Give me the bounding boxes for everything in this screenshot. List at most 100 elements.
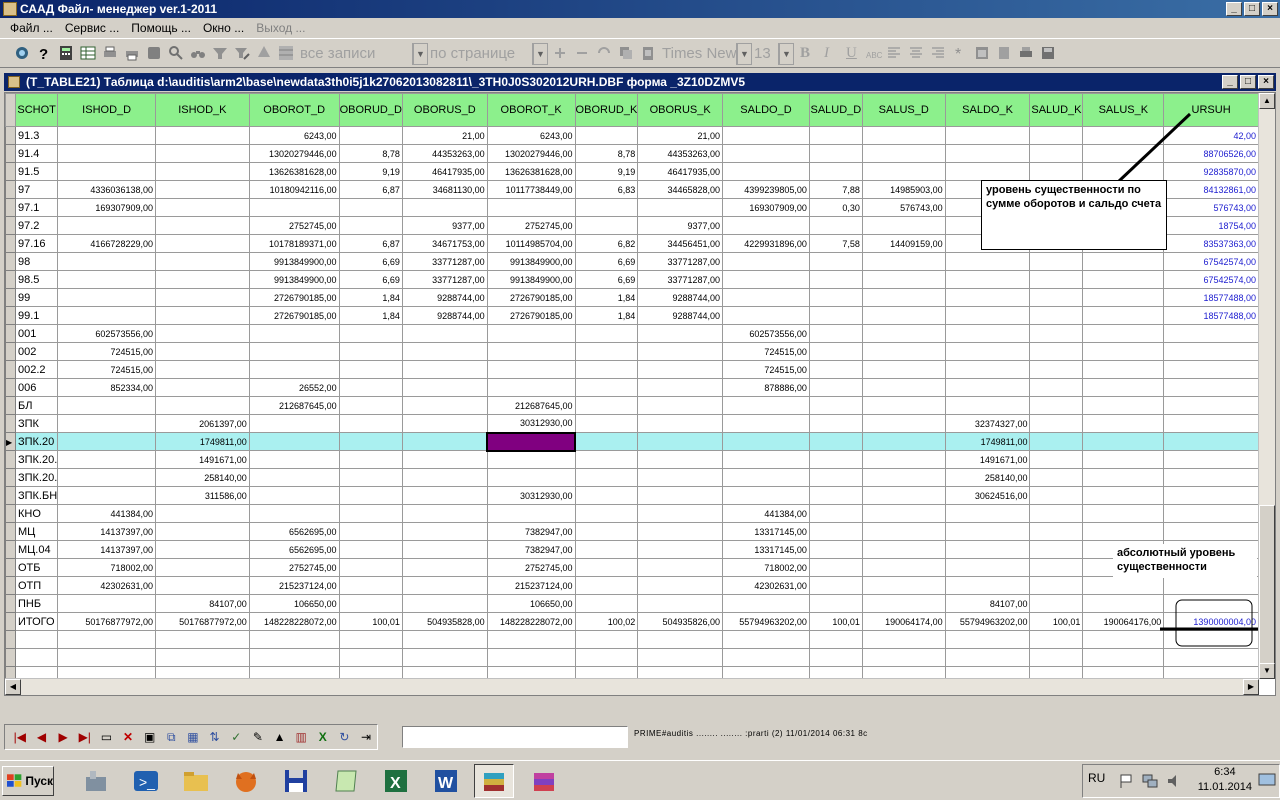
- edit-icon[interactable]: ✎: [247, 728, 269, 746]
- cell-saldo_k[interactable]: [944, 162, 1031, 181]
- child-maximize-button[interactable]: □: [1240, 75, 1256, 89]
- taskbar-app-word[interactable]: W: [426, 764, 466, 798]
- help-icon[interactable]: ?: [36, 45, 52, 61]
- cell-ursuh[interactable]: 18577488,00: [1163, 288, 1259, 307]
- taskbar-app-notes[interactable]: [326, 764, 366, 798]
- cell-salud_d[interactable]: 0,30: [808, 198, 863, 217]
- cell-ishod_k[interactable]: [154, 144, 250, 163]
- cell-ishod_k[interactable]: [154, 234, 250, 253]
- table-row[interactable]: 002.2 724515,00 724515,00: [5, 360, 1259, 379]
- row-indicator[interactable]: [5, 486, 16, 505]
- cell-oborus_d[interactable]: [401, 450, 488, 469]
- cell-oborot_d[interactable]: 212687645,00: [248, 396, 340, 415]
- cell-salud_k[interactable]: [1029, 288, 1084, 307]
- taskbar-app-excel[interactable]: X: [376, 764, 416, 798]
- calc-icon[interactable]: ▥: [290, 728, 312, 746]
- cell-oborud_d[interactable]: [338, 432, 403, 451]
- table-row[interactable]: 001 602573556,00 602573556,00: [5, 324, 1259, 343]
- cell-salud_d[interactable]: [808, 486, 863, 505]
- cell-oborud_d[interactable]: [338, 576, 403, 595]
- cell-salus_k[interactable]: [1082, 324, 1165, 343]
- cell-schot[interactable]: 98.5: [14, 270, 59, 289]
- cell-salud_d[interactable]: [808, 432, 863, 451]
- cell-saldo_k[interactable]: [944, 522, 1031, 541]
- paste-icon[interactable]: [640, 45, 656, 61]
- cell-salus_k[interactable]: [1082, 270, 1165, 289]
- calculator-icon[interactable]: [58, 45, 74, 61]
- table-row[interactable]: БЛ 212687645,00 212687645,00: [5, 396, 1259, 415]
- table-row[interactable]: ЗПК.20. 1491671,00 1491671,00: [5, 450, 1259, 469]
- cell-oborud_k[interactable]: [574, 450, 639, 469]
- cell-salud_d[interactable]: [808, 252, 863, 271]
- cell-salus_d[interactable]: [861, 162, 946, 181]
- cell-oborus_d[interactable]: 504935828,00: [401, 612, 488, 631]
- filter-icon[interactable]: [212, 45, 228, 61]
- cell-oborud_d[interactable]: [338, 342, 403, 361]
- cell-saldo_k[interactable]: 55794963202,00: [944, 612, 1031, 631]
- cell-oborot_d[interactable]: [248, 450, 340, 469]
- cell-oborud_k[interactable]: 9,19: [574, 162, 639, 181]
- cell-schot[interactable]: БЛ: [14, 396, 59, 415]
- table-row[interactable]: 99 2726790185,00 1,84 9288744,00 2726790185,…: [5, 288, 1259, 307]
- align-center-icon[interactable]: [908, 45, 924, 61]
- cell-salus_k[interactable]: [1082, 504, 1165, 523]
- cell-oborot_d[interactable]: 10178189371,00: [248, 234, 340, 253]
- cell-oborud_d[interactable]: 6,69: [338, 270, 403, 289]
- cell-ursuh[interactable]: [1163, 360, 1259, 379]
- cell-saldo_d[interactable]: [722, 432, 810, 451]
- cell-oborud_d[interactable]: [338, 522, 403, 541]
- cell-oborot_k[interactable]: 10117738449,00: [486, 180, 576, 199]
- cell-salus_k[interactable]: [1082, 144, 1165, 163]
- cell-salud_k[interactable]: [1029, 414, 1084, 433]
- refresh-nav-icon[interactable]: ↻: [334, 728, 356, 746]
- row-indicator[interactable]: [5, 504, 16, 523]
- cell-salus_d[interactable]: [861, 504, 946, 523]
- clock[interactable]: 6:34 11.01.2014: [1198, 765, 1252, 795]
- cell-oborud_d[interactable]: [338, 468, 403, 487]
- cell-oborus_k[interactable]: 9288744,00: [637, 288, 724, 307]
- cell-oborot_d[interactable]: 2752745,00: [248, 216, 340, 235]
- cell-schot[interactable]: ЗПК.20: [14, 432, 59, 451]
- cell-salus_d[interactable]: [861, 486, 946, 505]
- cell-saldo_k[interactable]: [944, 288, 1031, 307]
- cell-saldo_d[interactable]: [722, 594, 810, 613]
- cell-oborud_d[interactable]: [338, 360, 403, 379]
- row-indicator[interactable]: [5, 180, 16, 199]
- column-header-oborot_d[interactable]: OBOROT_D: [248, 93, 340, 127]
- cell-ishod_k[interactable]: 84107,00: [154, 594, 250, 613]
- network-icon[interactable]: [1142, 773, 1158, 789]
- cell-saldo_d[interactable]: 878886,00: [722, 378, 810, 397]
- cell-oborot_k[interactable]: 2752745,00: [486, 558, 576, 577]
- cell-salud_d[interactable]: [808, 378, 863, 397]
- cell-ursuh[interactable]: 576743,00: [1163, 198, 1259, 217]
- cell-salud_d[interactable]: [808, 144, 863, 163]
- column-header-salud_d[interactable]: SALUD_D: [808, 93, 863, 127]
- row-indicator[interactable]: [5, 126, 16, 145]
- cell-oborud_d[interactable]: [338, 540, 403, 559]
- column-header-ishod_k[interactable]: ISHOD_K: [154, 93, 250, 127]
- cell-oborot_d[interactable]: 6562695,00: [248, 522, 340, 541]
- cell-oborus_k[interactable]: [637, 450, 724, 469]
- cell-oborus_d[interactable]: [401, 198, 488, 217]
- cell-oborus_d[interactable]: [401, 342, 488, 361]
- cell-saldo_d[interactable]: 724515,00: [722, 360, 810, 379]
- row-indicator[interactable]: ▶: [5, 432, 16, 451]
- cell-salus_k[interactable]: [1082, 252, 1165, 271]
- align-right-icon[interactable]: [930, 45, 946, 61]
- cell-ishod_d[interactable]: [57, 594, 156, 613]
- cell-ursuh[interactable]: 18577488,00: [1163, 306, 1259, 325]
- cell-schot[interactable]: ИТОГО: [14, 612, 59, 631]
- cell-oborot_k[interactable]: 215237124,00: [486, 576, 576, 595]
- cell-schot[interactable]: 99.1: [14, 306, 59, 325]
- cell-salud_k[interactable]: [1029, 144, 1084, 163]
- cell-saldo_k[interactable]: [944, 342, 1031, 361]
- cell-oborud_d[interactable]: 9,19: [338, 162, 403, 181]
- cell-oborus_k[interactable]: [637, 576, 724, 595]
- cell-oborus_k[interactable]: [637, 594, 724, 613]
- stop-icon[interactable]: [146, 45, 162, 61]
- delete-row-icon[interactable]: [574, 45, 590, 61]
- cell-saldo_k[interactable]: [944, 324, 1031, 343]
- cell-ishod_d[interactable]: 724515,00: [57, 360, 156, 379]
- cell-salud_k[interactable]: [1029, 126, 1084, 145]
- asterisk-icon[interactable]: *: [952, 45, 968, 61]
